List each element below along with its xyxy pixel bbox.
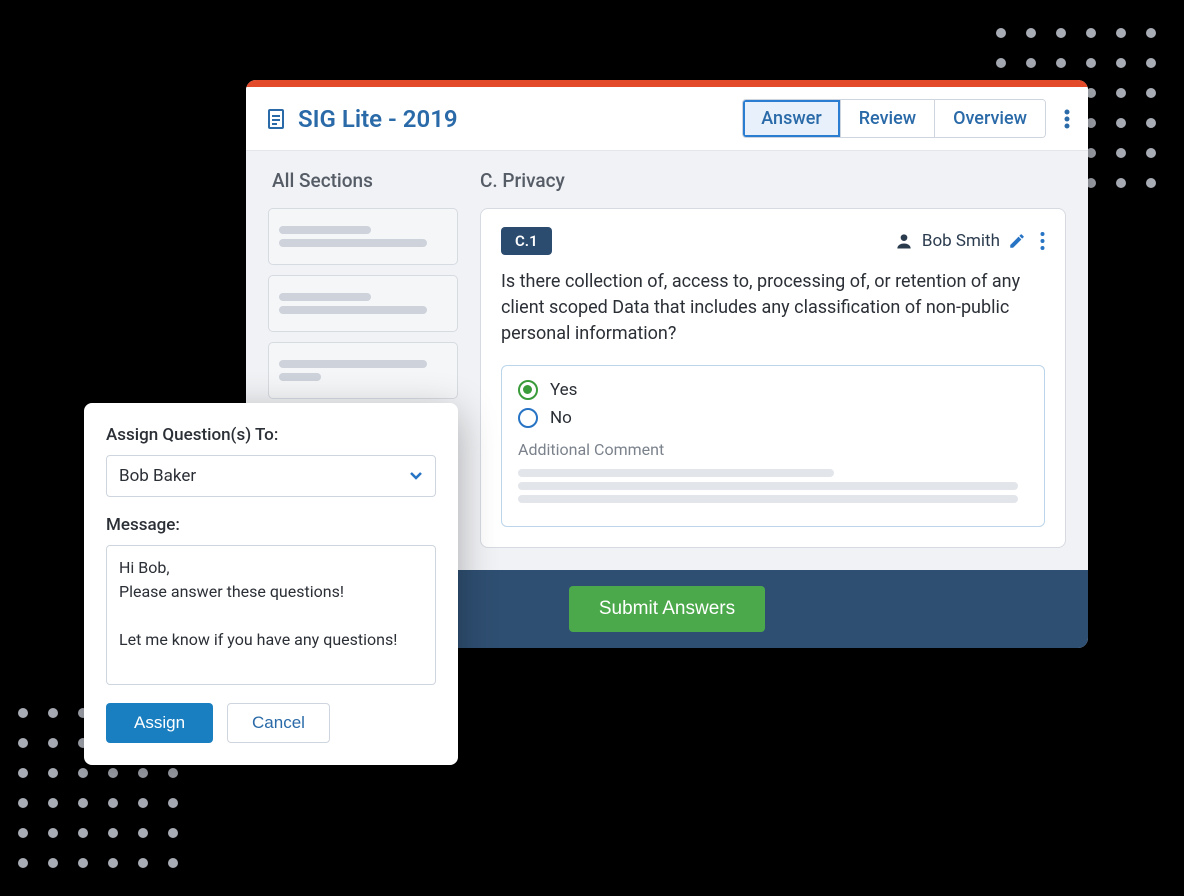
submit-button[interactable]: Submit Answers [569, 586, 765, 632]
assign-modal: Assign Question(s) To: Bob Baker Message… [84, 403, 458, 765]
assign-to-label: Assign Question(s) To: [106, 425, 436, 445]
comment-label: Additional Comment [518, 440, 1028, 459]
question-assignee: Bob Smith [894, 231, 1045, 251]
main-panel: C. Privacy C.1 Bob Smith [480, 169, 1066, 548]
sidebar-title: All Sections [268, 169, 458, 192]
section-title: C. Privacy [480, 169, 1066, 192]
cancel-button[interactable]: Cancel [227, 703, 330, 743]
window-header: SIG Lite - 2019 Answer Review Overview [246, 87, 1088, 151]
edit-icon[interactable] [1008, 232, 1026, 250]
document-icon [264, 107, 288, 131]
tab-overview[interactable]: Overview [934, 100, 1045, 137]
assign-button[interactable]: Assign [106, 703, 213, 743]
radio-no[interactable]: No [518, 408, 1028, 428]
question-header: C.1 Bob Smith [501, 227, 1045, 255]
view-tabs: Answer Review Overview [742, 99, 1046, 138]
tab-answer[interactable]: Answer [743, 100, 839, 137]
section-item[interactable] [268, 342, 458, 399]
assignee-name: Bob Smith [922, 231, 1000, 251]
question-id-badge: C.1 [501, 227, 552, 255]
window-accent-bar [246, 80, 1088, 87]
message-label: Message: [106, 515, 436, 535]
question-text: Is there collection of, access to, proce… [501, 269, 1045, 347]
radio-label: Yes [550, 380, 577, 400]
radio-icon [518, 380, 538, 400]
radio-icon [518, 408, 538, 428]
section-item[interactable] [268, 208, 458, 265]
modal-actions: Assign Cancel [106, 703, 436, 743]
comment-placeholder[interactable] [518, 469, 1028, 503]
section-item[interactable] [268, 275, 458, 332]
tab-review[interactable]: Review [840, 100, 934, 137]
assignee-select[interactable]: Bob Baker [106, 455, 436, 497]
person-icon [894, 231, 914, 251]
chevron-down-icon [409, 471, 423, 481]
assignee-select-value: Bob Baker [119, 466, 196, 486]
message-textarea[interactable]: Hi Bob, Please answer these questions! L… [106, 545, 436, 685]
document-title: SIG Lite - 2019 [298, 105, 458, 133]
header-menu-icon[interactable] [1064, 107, 1070, 131]
question-menu-icon[interactable] [1040, 231, 1045, 251]
question-card: C.1 Bob Smith [480, 208, 1066, 548]
answer-box: Yes No Additional Comment [501, 365, 1045, 527]
radio-yes[interactable]: Yes [518, 380, 1028, 400]
radio-label: No [550, 408, 572, 428]
